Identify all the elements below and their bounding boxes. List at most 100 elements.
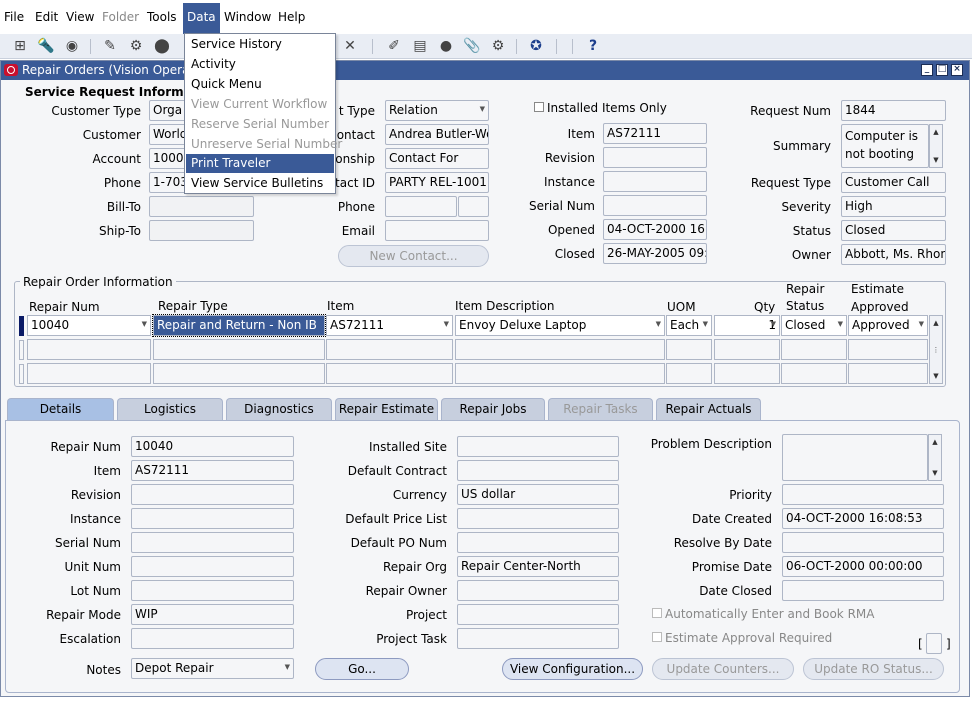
d-notes-select[interactable]: Depot Repair [131,658,294,679]
account-field[interactable]: 1000 [149,148,189,169]
d-repair-mode-field[interactable]: WIP [131,604,294,625]
contact-type-select[interactable]: Relation [385,100,489,121]
sr-instance-field[interactable] [603,171,707,192]
view-configuration-button[interactable]: View Configuration... [502,658,643,680]
promise-date-field[interactable]: 06-OCT-2000 00:00:00 [782,556,944,577]
request-type-field[interactable]: Customer Call [841,172,946,193]
request-num-field[interactable]: 1844 [841,100,946,121]
folder-tools-icon[interactable]: ⚙ [488,37,508,56]
menu-view-service-bulletins[interactable]: View Service Bulletins [186,174,334,193]
d-escalation-field[interactable] [131,628,294,649]
ro-repair-num-cell[interactable]: 10040 [27,315,151,336]
owner-field[interactable]: Abbott, Ms. Rhon [841,244,946,265]
sr-revision-field[interactable] [603,147,707,168]
summary-field[interactable]: Computer is not booting [841,124,929,168]
ro-empty-cell[interactable] [848,339,928,360]
ro-empty-cell[interactable] [326,363,453,384]
print-icon[interactable]: ⚙ [126,37,146,56]
status-field[interactable]: Closed [841,220,946,241]
close-icon[interactable]: × [951,64,963,76]
priority-field[interactable] [782,484,944,505]
ro-empty-cell[interactable] [455,339,665,360]
menu-view[interactable]: View [66,10,94,24]
closed-field[interactable]: 26-MAY-2005 09: [603,243,707,264]
ro-empty-cell[interactable] [666,339,712,360]
relationship-field[interactable]: Contact For [385,148,489,169]
menu-view-current-workflow[interactable]: View Current Workflow [186,95,334,114]
contact-field[interactable]: Andrea Butler-Wo [385,124,489,145]
delete-icon[interactable]: ✕ [340,37,360,56]
tab-repair-estimate[interactable]: Repair Estimate [335,398,438,420]
d-unit-field[interactable] [131,556,294,577]
menu-service-history[interactable]: Service History [186,35,334,54]
d-instance-field[interactable] [131,508,294,529]
tab-diagnostics[interactable]: Diagnostics [226,398,332,420]
menu-unreserve-serial[interactable]: Unreserve Serial Number [186,135,342,154]
ro-empty-cell[interactable] [714,339,780,360]
ro-empty-cell[interactable] [153,363,325,384]
ro-empty-cell[interactable] [27,339,151,360]
project-task-field[interactable] [457,628,619,649]
ro-empty-cell[interactable] [781,363,847,384]
ro-uom-cell[interactable]: Each [666,315,712,336]
summary-scrollbar[interactable]: ▲ ▼ [929,124,943,168]
price-list-field[interactable] [457,508,619,529]
phone-field[interactable]: 1-703 [149,172,189,193]
d-revision-field[interactable] [131,484,294,505]
help-icon[interactable]: ? [583,37,603,56]
problem-desc-scrollbar[interactable]: ▲ ▼ [928,434,942,481]
tab-repair-tasks[interactable]: Repair Tasks [548,398,653,420]
problem-desc-field[interactable] [782,434,928,481]
contact-phone-ext-field[interactable] [458,196,489,217]
menu-data[interactable]: Data [183,3,220,34]
project-field[interactable] [457,604,619,625]
ro-empty-cell[interactable] [27,363,151,384]
repair-org-field[interactable]: Repair Center-North [457,556,619,577]
attachments-icon[interactable]: 📎 [462,37,482,56]
menu-edit[interactable]: Edit [35,10,58,24]
repair-owner-field[interactable] [457,580,619,601]
ro-empty-cell[interactable] [326,339,453,360]
ro-qty-cell[interactable]: 1 [714,315,780,336]
contact-phone-field[interactable] [385,196,457,217]
maximize-icon[interactable]: □ [936,64,948,76]
shipto-field[interactable] [149,220,254,241]
tab-repair-actuals[interactable]: Repair Actuals [656,398,761,420]
ro-empty-cell[interactable] [455,363,665,384]
ro-empty-cell[interactable] [153,339,325,360]
customer-field[interactable]: World [149,124,189,145]
installed-site-field[interactable] [457,436,619,457]
installed-only-checkbox[interactable] [534,102,544,112]
find-icon[interactable]: 🔦 [36,37,56,56]
ro-scrollbar[interactable]: ▲ ⋮ ▼ [929,315,943,384]
contact-id-field[interactable]: PARTY REL-1001 [385,172,489,193]
ro-item-cell[interactable]: AS72111 [326,315,453,336]
sr-item-field[interactable]: AS72111 [603,123,707,144]
minimize-icon[interactable]: _ [921,64,933,76]
d-serial-field[interactable] [131,532,294,553]
menu-tools[interactable]: Tools [147,10,177,24]
ro-empty-cell[interactable] [781,339,847,360]
opened-field[interactable]: 04-OCT-2000 16:0 [603,219,707,240]
d-repair-num-field[interactable]: 10040 [131,436,294,457]
date-created-field[interactable]: 04-OCT-2000 16:08:53 [782,508,944,529]
update-ro-status-button[interactable]: Update RO Status... [803,658,944,680]
award-icon[interactable]: ✪ [526,37,546,56]
new-contact-button[interactable]: New Contact... [338,245,489,267]
ro-item-desc-cell[interactable]: Envoy Deluxe Laptop [455,315,665,336]
tab-repair-jobs[interactable]: Repair Jobs [441,398,545,420]
menu-quick-menu[interactable]: Quick Menu [186,75,334,94]
ro-empty-cell[interactable] [714,363,780,384]
ro-empty-cell[interactable] [848,363,928,384]
ro-empty-cell[interactable] [666,363,712,384]
menu-help[interactable]: Help [278,10,305,24]
tab-logistics[interactable]: Logistics [117,398,223,420]
close-form-icon[interactable]: ⬤ [152,37,172,56]
descriptive-flexfield[interactable] [926,633,942,654]
navigator-icon[interactable]: ◉ [62,37,82,56]
email-field[interactable] [385,220,489,241]
update-counters-button[interactable]: Update Counters... [652,658,794,680]
ro-status-cell[interactable]: Closed [781,315,847,336]
ro-approved-cell[interactable]: Approved [848,315,928,336]
zoom-icon[interactable]: ▤ [410,37,430,56]
